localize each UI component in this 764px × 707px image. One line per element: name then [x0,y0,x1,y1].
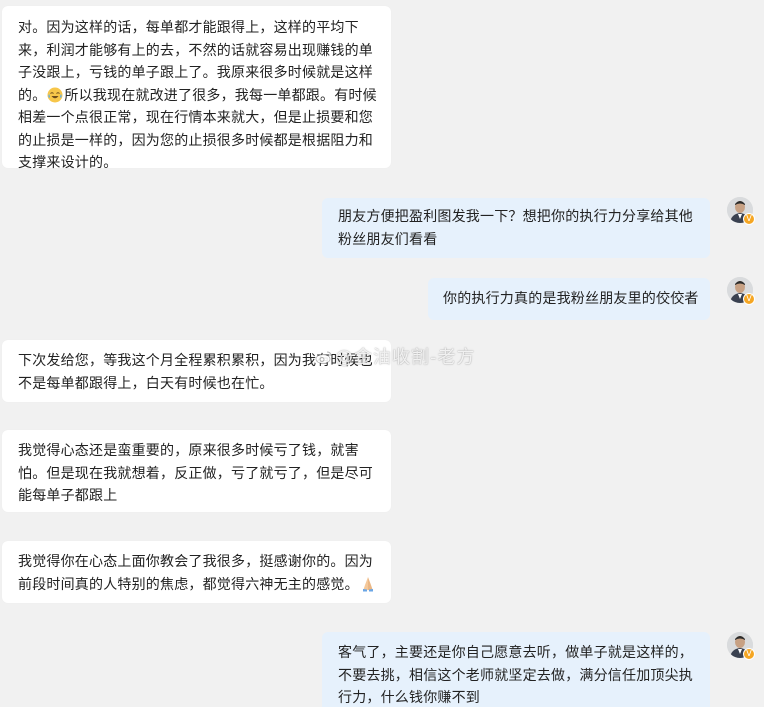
avatar[interactable]: V [727,632,755,660]
chat-window: 对。因为这样的话，每单都才能跟得上，这样的平均下 来，利润才能够有上的去，不然的… [0,0,764,707]
message-line: 不要去挑，相信这个老师就坚定去做，满分信任加顶尖执 [338,667,693,684]
avatar[interactable]: V [727,277,755,305]
message-line: 你的执行力真的是我粉丝朋友里的佼佼者 [443,291,699,307]
message-bubble-incoming: 对。因为这样的话，每单都才能跟得上，这样的平均下 来，利润才能够有上的去，不然的… [2,6,391,171]
message-line: 不是每单都跟得上，白天有时候也在忙。 [18,375,274,392]
message-line: 客气了，主要还是你自己愿意去听，做单子就是这样的， [338,645,693,661]
verified-badge-icon: V [743,648,755,660]
message-line: 行力，什么钱你赚不到 [338,690,480,706]
message-line: 对。因为这样的话，每单都才能跟得上，这样的平均下 [18,20,359,36]
message-line: 前段时间真的人特别的焦虑，都觉得六神无主的感觉。 [18,574,377,597]
verified-badge-icon: V [743,293,755,305]
praying-hands-emoji [362,576,373,591]
message-line: 支撑来设计的。 [18,155,118,171]
message-line: 的止损是一样的，因为您的止损很多时候都是根据阻力和 [18,132,373,149]
message-line: 来，利润才能够有上的去，不然的话就容易出现赚钱的单 [18,42,373,59]
message-line: 的。 所以我现在就改进了很多，我每一单都跟。有时候 [18,85,377,108]
message-line: 我觉得你在心态上面你教会了我很多，挺感谢你的。因为 [18,554,373,570]
message-bubble-incoming: 我觉得你在心态上面你教会了我很多，挺感谢你的。因为 前段时间真的人特别的焦虑，都… [2,541,391,603]
message-text: 所以我现在就改进了很多，我每一单都跟。有时候 [64,87,377,104]
message-bubble-incoming: 我觉得心态还是蛮重要的，原来很多时候亏了钱，就害 怕。但是现在我就想着，反正做，… [2,430,391,512]
verified-badge-icon: V [743,213,755,225]
message-line: 粉丝朋友们看看 [338,231,438,248]
message-text: 的。 [18,87,47,104]
message-line: 朋友方便把盈利图发我一下？想把你的执行力分享给其他 [338,209,693,225]
message-bubble-incoming: 下次发给您，等我这个月全程累积累积，因为我有时候也 不是每单都跟得上，白天有时候… [2,340,391,402]
message-line: 子没跟上，亏钱的单子跟上了。我原来很多时候就是这样 [18,65,373,81]
message-line: 下次发给您，等我这个月全程累积累积，因为我有时候也 [18,353,373,369]
message-bubble-outgoing: 客气了，主要还是你自己愿意去听，做单子就是这样的， 不要去挑，相信这个老师就坚定… [322,632,710,707]
avatar[interactable]: V [727,197,755,225]
crying-laughing-emoji [47,87,63,102]
message-line: 相差一个点很正常，现在行情本来就大，但是止损要和您 [18,110,373,126]
message-bubble-outgoing: 你的执行力真的是我粉丝朋友里的佼佼者 [428,278,710,320]
message-line: 怕。但是现在我就想着，反正做，亏了就亏了，但是尽可 [18,465,373,482]
message-bubble-outgoing: 朋友方便把盈利图发我一下？想把你的执行力分享给其他 粉丝朋友们看看 [322,198,710,258]
message-line: 我觉得心态还是蛮重要的，原来很多时候亏了钱，就害 [18,443,359,459]
message-line: 能每单子都跟上 [18,488,118,504]
message-text: 前段时间真的人特别的焦虑，都觉得六神无主的感觉。 [18,576,359,593]
